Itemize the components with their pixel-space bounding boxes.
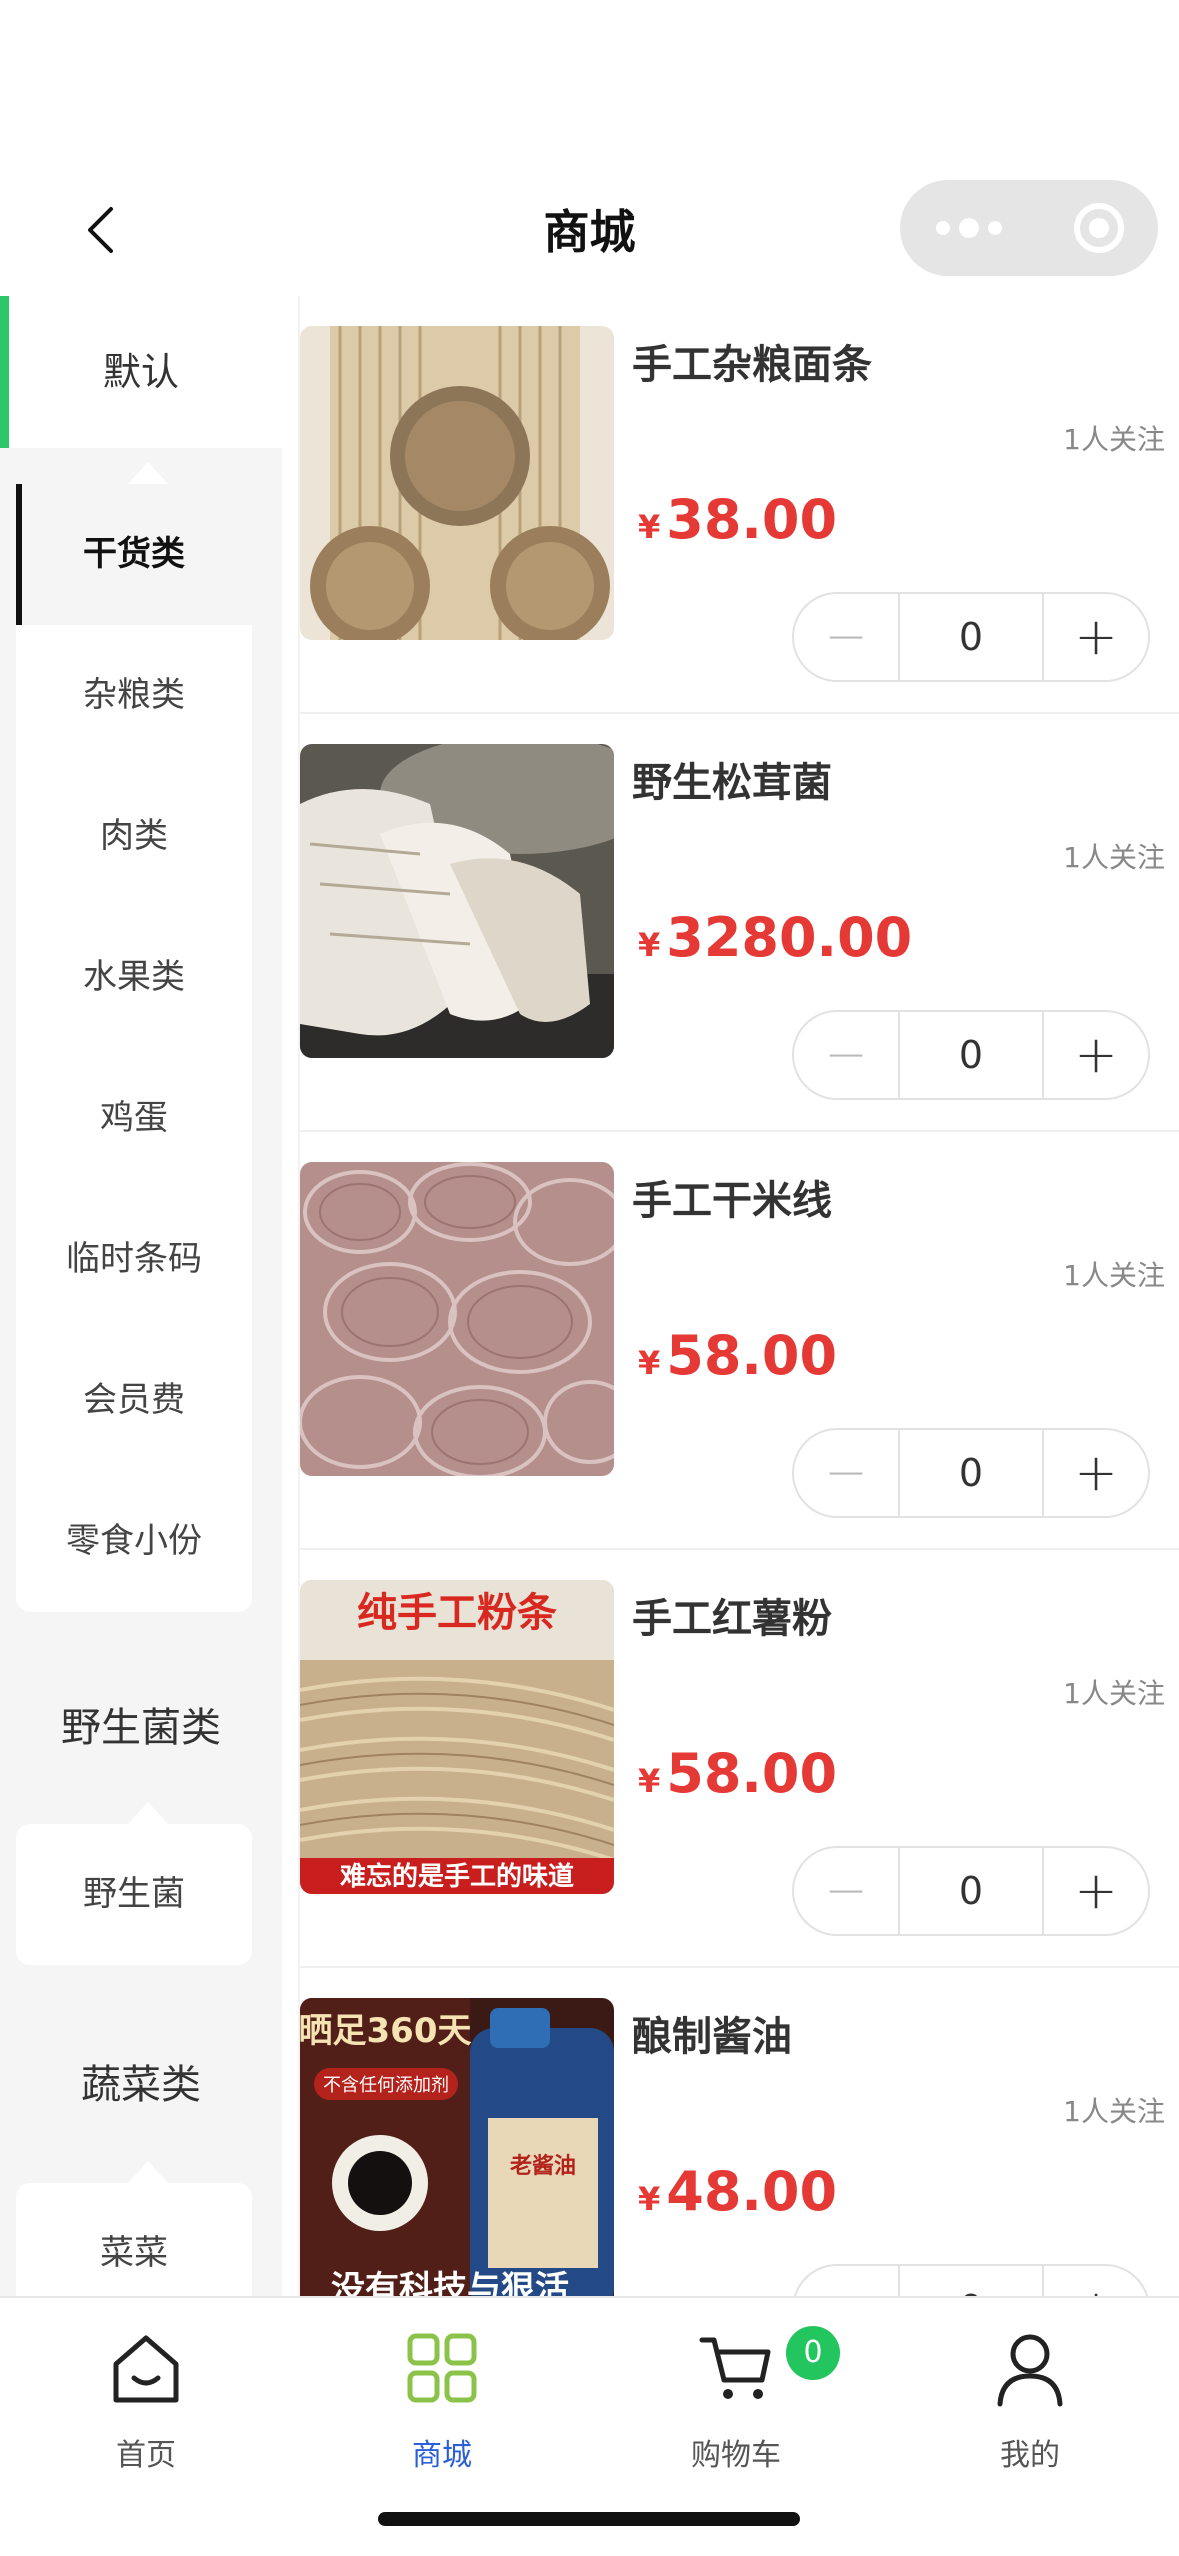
decrease-button[interactable]: − <box>794 1848 900 1934</box>
subcategory-panel-2: 野生菌 <box>16 1802 252 1965</box>
sidebar-item-fruit[interactable]: 水果类 <box>16 907 252 1048</box>
product-card[interactable]: 手工杂粮面条 1人关注 ¥38.00 − 0 + <box>300 296 1179 714</box>
quantity-value[interactable]: 0 <box>900 1451 1042 1495</box>
product-list: 手工杂粮面条 1人关注 ¥38.00 − 0 + 野生松茸菌 1人关注 ¥328… <box>298 296 1179 2296</box>
quantity-value[interactable]: 0 <box>900 2287 1042 2296</box>
tab-me[interactable]: 我的 <box>930 2318 1130 2474</box>
nav-header: 商城 <box>0 0 1179 296</box>
tab-home[interactable]: 首页 <box>46 2318 246 2474</box>
decrease-button[interactable]: − <box>794 1430 900 1516</box>
tab-home-label: 首页 <box>116 2438 176 2473</box>
product-image-matsutake[interactable] <box>300 744 614 1058</box>
product-price: ¥48.00 <box>638 2160 838 2223</box>
quantity-value[interactable]: 0 <box>900 1869 1042 1913</box>
product-image-soy-sauce[interactable]: 晒足360天 不含任何添加剂 老酱油 没有科技与狠活 <box>300 1998 614 2296</box>
product-price: ¥58.00 <box>638 1742 838 1805</box>
decrease-button[interactable]: − <box>794 594 900 680</box>
image-caption-top: 纯手工粉条 <box>357 1590 557 1636</box>
currency-symbol: ¥ <box>638 508 661 546</box>
sidebar-item-meat[interactable]: 肉类 <box>16 766 252 907</box>
sidebar-item-vegetables[interactable]: 菜菜 <box>16 2183 252 2296</box>
tab-me-label: 我的 <box>1000 2438 1060 2473</box>
tab-cart[interactable]: 0 购物车 <box>636 2318 840 2474</box>
category-vegetables[interactable]: 蔬菜类 <box>0 1987 282 2183</box>
product-image-noodles[interactable] <box>300 326 614 640</box>
active-indicator <box>0 296 9 448</box>
image-caption-badge: 不含任何添加剂 <box>323 2075 449 2096</box>
quantity-stepper: − 0 + <box>792 1010 1150 1100</box>
product-name[interactable]: 手工红薯粉 <box>632 1586 832 1644</box>
currency-symbol: ¥ <box>638 1344 661 1382</box>
cart-icon <box>699 2337 771 2399</box>
tab-mall-label: 商城 <box>412 2438 472 2473</box>
sidebar-item-snacks[interactable]: 零食小份 <box>16 1471 252 1612</box>
product-card[interactable]: 纯手工粉条 难忘的是手工的味道 手工红薯粉 1人关注 ¥58.00 − 0 + <box>300 1550 1179 1968</box>
sidebar-item-wild-mushroom[interactable]: 野生菌 <box>16 1824 252 1965</box>
product-name[interactable]: 酿制酱油 <box>632 2004 792 2062</box>
mini-program-capsule <box>900 180 1158 276</box>
product-follow-count: 1人关注 <box>1063 1259 1165 1292</box>
tab-cart-label: 购物车 <box>691 2438 781 2473</box>
quantity-stepper: − 0 + <box>792 592 1150 682</box>
cart-count-badge: 0 <box>786 2326 840 2380</box>
product-follow-count: 1人关注 <box>1063 423 1165 456</box>
quantity-value[interactable]: 0 <box>900 615 1042 659</box>
quantity-value[interactable]: 0 <box>900 1033 1042 1077</box>
increase-button[interactable]: + <box>1042 1430 1148 1516</box>
increase-button[interactable]: + <box>1042 1848 1148 1934</box>
category-default-label: 默认 <box>102 350 179 394</box>
product-card[interactable]: 手工干米线 1人关注 ¥58.00 − 0 + <box>300 1132 1179 1550</box>
product-image-sweet-potato-noodles[interactable]: 纯手工粉条 难忘的是手工的味道 <box>300 1580 614 1894</box>
quantity-stepper: − 0 + <box>792 2264 1150 2296</box>
sidebar-item-membership[interactable]: 会员费 <box>16 1330 252 1471</box>
product-price: ¥3280.00 <box>638 906 913 969</box>
product-price: ¥58.00 <box>638 1324 838 1387</box>
grid-icon <box>407 2333 477 2403</box>
product-image-rice-noodles[interactable] <box>300 1162 614 1476</box>
currency-symbol: ¥ <box>638 926 661 964</box>
tab-mall[interactable]: 商城 <box>342 2318 542 2474</box>
sidebar-item-dry-goods[interactable]: 干货类 <box>16 484 252 625</box>
product-card[interactable]: 野生松茸菌 1人关注 ¥3280.00 − 0 + <box>300 714 1179 1132</box>
image-caption-bottom: 没有科技与狠活 <box>331 2269 569 2296</box>
product-follow-count: 1人关注 <box>1063 1677 1165 1710</box>
home-indicator <box>378 2512 800 2526</box>
sidebar-item-grains[interactable]: 杂粮类 <box>16 625 252 766</box>
decrease-button[interactable]: − <box>794 1012 900 1098</box>
product-name[interactable]: 野生松茸菌 <box>632 750 832 808</box>
sidebar-item-temp-barcode[interactable]: 临时条码 <box>16 1189 252 1330</box>
image-caption-top: 晒足360天 <box>300 2011 471 2051</box>
quantity-stepper: − 0 + <box>792 1846 1150 1936</box>
currency-symbol: ¥ <box>638 2180 661 2218</box>
subcategory-panel-3: 菜菜 <box>16 2161 252 2296</box>
category-sidebar: 默认 干货类 杂粮类 肉类 水果类 鸡蛋 临时条码 会员费 零食小份 野生菌类 … <box>0 296 282 2296</box>
increase-button[interactable]: + <box>1042 1012 1148 1098</box>
close-miniprogram-icon[interactable] <box>1074 203 1124 253</box>
product-card[interactable]: 晒足360天 不含任何添加剂 老酱油 没有科技与狠活 酿制酱油 1人关注 ¥48… <box>300 1968 1179 2296</box>
product-follow-count: 1人关注 <box>1063 841 1165 874</box>
more-icon[interactable] <box>936 218 1002 238</box>
subcategory-panel-1: 干货类 杂粮类 肉类 水果类 鸡蛋 临时条码 会员费 零食小份 <box>16 462 252 1612</box>
home-icon <box>113 2335 179 2403</box>
currency-symbol: ¥ <box>638 1762 661 1800</box>
product-name[interactable]: 手工干米线 <box>632 1168 832 1226</box>
increase-button[interactable]: + <box>1042 594 1148 680</box>
sidebar-item-eggs[interactable]: 鸡蛋 <box>16 1048 252 1189</box>
product-name[interactable]: 手工杂粮面条 <box>632 332 872 390</box>
user-icon <box>997 2334 1063 2407</box>
category-wild-mushrooms[interactable]: 野生菌类 <box>0 1632 282 1824</box>
increase-button[interactable]: + <box>1042 2266 1148 2296</box>
category-default[interactable]: 默认 <box>0 296 282 448</box>
product-follow-count: 1人关注 <box>1063 2095 1165 2128</box>
image-label: 老酱油 <box>509 2153 576 2179</box>
quantity-stepper: − 0 + <box>792 1428 1150 1518</box>
image-caption-bottom: 难忘的是手工的味道 <box>340 1861 574 1892</box>
decrease-button[interactable]: − <box>794 2266 900 2296</box>
product-price: ¥38.00 <box>638 488 838 551</box>
